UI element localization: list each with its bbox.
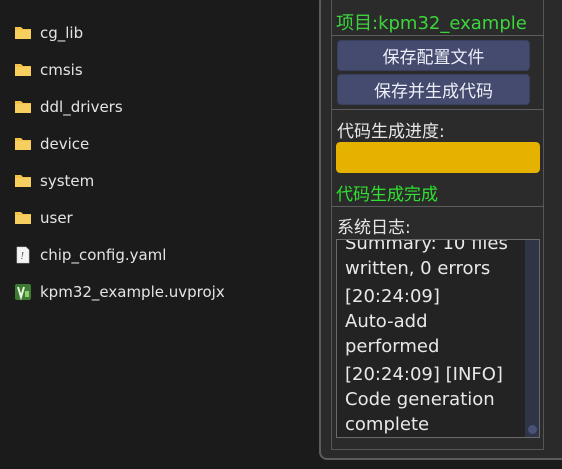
log-label: 系统日志: (337, 218, 411, 238)
divider (332, 206, 544, 207)
folder-icon (14, 98, 32, 116)
file-name: cmsis (40, 60, 83, 79)
file-name: device (40, 134, 90, 153)
save-and-generate-button[interactable]: 保存并生成代码 (337, 74, 530, 105)
file-row-uvprojx[interactable]: kpm32_example.uvprojx (0, 273, 300, 310)
file-row-chip-config[interactable]: ! chip_config.yaml (0, 236, 300, 273)
status-text: 代码生成完成 (336, 185, 438, 205)
log-line: Auto-add (345, 311, 428, 332)
uvprojx-file-icon (14, 283, 32, 301)
system-log[interactable]: Summary: 10 files written, 0 errors [20:24… (336, 239, 540, 438)
project-title: 项目:kpm32_example (336, 13, 527, 34)
app-window: cg_lib cmsis ddl_drivers device system u… (0, 0, 562, 469)
log-line: complete (345, 414, 430, 435)
log-entry: Summary: 10 files written, 0 errors (345, 239, 525, 281)
file-name: kpm32_example.uvprojx (40, 282, 225, 301)
log-entry: [20:24:09] Auto-add performed (345, 284, 525, 359)
progress-fill (336, 142, 540, 173)
folder-icon (14, 61, 32, 79)
folder-icon (14, 172, 32, 190)
file-row-system[interactable]: system (0, 162, 300, 199)
folder-icon (14, 135, 32, 153)
svg-text:!: ! (21, 252, 25, 262)
log-content: Summary: 10 files written, 0 errors [20:24… (345, 239, 525, 437)
yaml-file-icon: ! (14, 246, 32, 264)
folder-icon (14, 209, 32, 227)
progress-label: 代码生成进度: (337, 122, 445, 142)
divider (332, 109, 544, 110)
file-name: ddl_drivers (40, 97, 123, 116)
file-row-device[interactable]: device (0, 125, 300, 162)
file-name: cg_lib (40, 23, 84, 42)
log-line: written, 0 errors (345, 258, 491, 279)
file-row-user[interactable]: user (0, 199, 300, 236)
log-entry: [20:24:09] [INFO] Code generation complete (345, 362, 525, 437)
file-explorer: cg_lib cmsis ddl_drivers device system u… (0, 14, 300, 310)
divider (332, 35, 544, 36)
folder-icon (14, 24, 32, 42)
log-line: Code generation (345, 389, 495, 410)
save-config-button[interactable]: 保存配置文件 (337, 40, 530, 71)
log-line: [20:24:09] (345, 286, 440, 307)
log-line: performed (345, 336, 440, 357)
log-line: Summary: 10 files (345, 239, 508, 254)
generation-progress-bar (336, 142, 540, 173)
file-row-cmsis[interactable]: cmsis (0, 51, 300, 88)
log-scrollbar[interactable] (525, 240, 539, 437)
file-row-cg-lib[interactable]: cg_lib (0, 14, 300, 51)
file-row-ddl-drivers[interactable]: ddl_drivers (0, 88, 300, 125)
file-name: user (40, 208, 73, 227)
log-line: [20:24:09] [INFO] (345, 364, 503, 385)
file-name: chip_config.yaml (40, 245, 167, 264)
file-name: system (40, 171, 95, 190)
scroll-thumb[interactable] (528, 425, 537, 434)
